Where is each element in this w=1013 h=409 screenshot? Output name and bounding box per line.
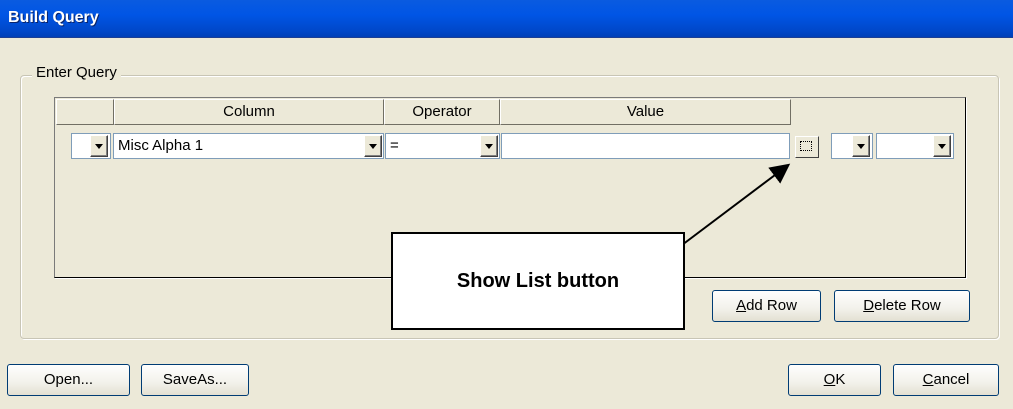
open-button[interactable]: Open... [7,364,130,396]
ok-mnemonic: O [823,371,836,388]
cancel-button[interactable]: Cancel [893,364,999,396]
add-row-mnemonic: A [736,297,747,314]
add-row-button[interactable]: Add Row [712,290,821,322]
show-list-callout: Show List button [391,232,685,330]
callout-arrow [677,163,791,249]
cancel-mnemonic: C [922,371,934,388]
add-row-label: dd Row [746,297,797,314]
ok-button[interactable]: OK [788,364,881,396]
save-as-button[interactable]: SaveAs... [141,364,249,396]
callout-text: Show List button [456,269,620,292]
delete-row-label: elete Row [874,297,941,314]
cancel-label: ancel [933,371,970,388]
delete-row-button[interactable]: Delete Row [834,290,970,322]
ok-label: K [835,371,846,388]
delete-row-mnemonic: D [863,297,875,314]
